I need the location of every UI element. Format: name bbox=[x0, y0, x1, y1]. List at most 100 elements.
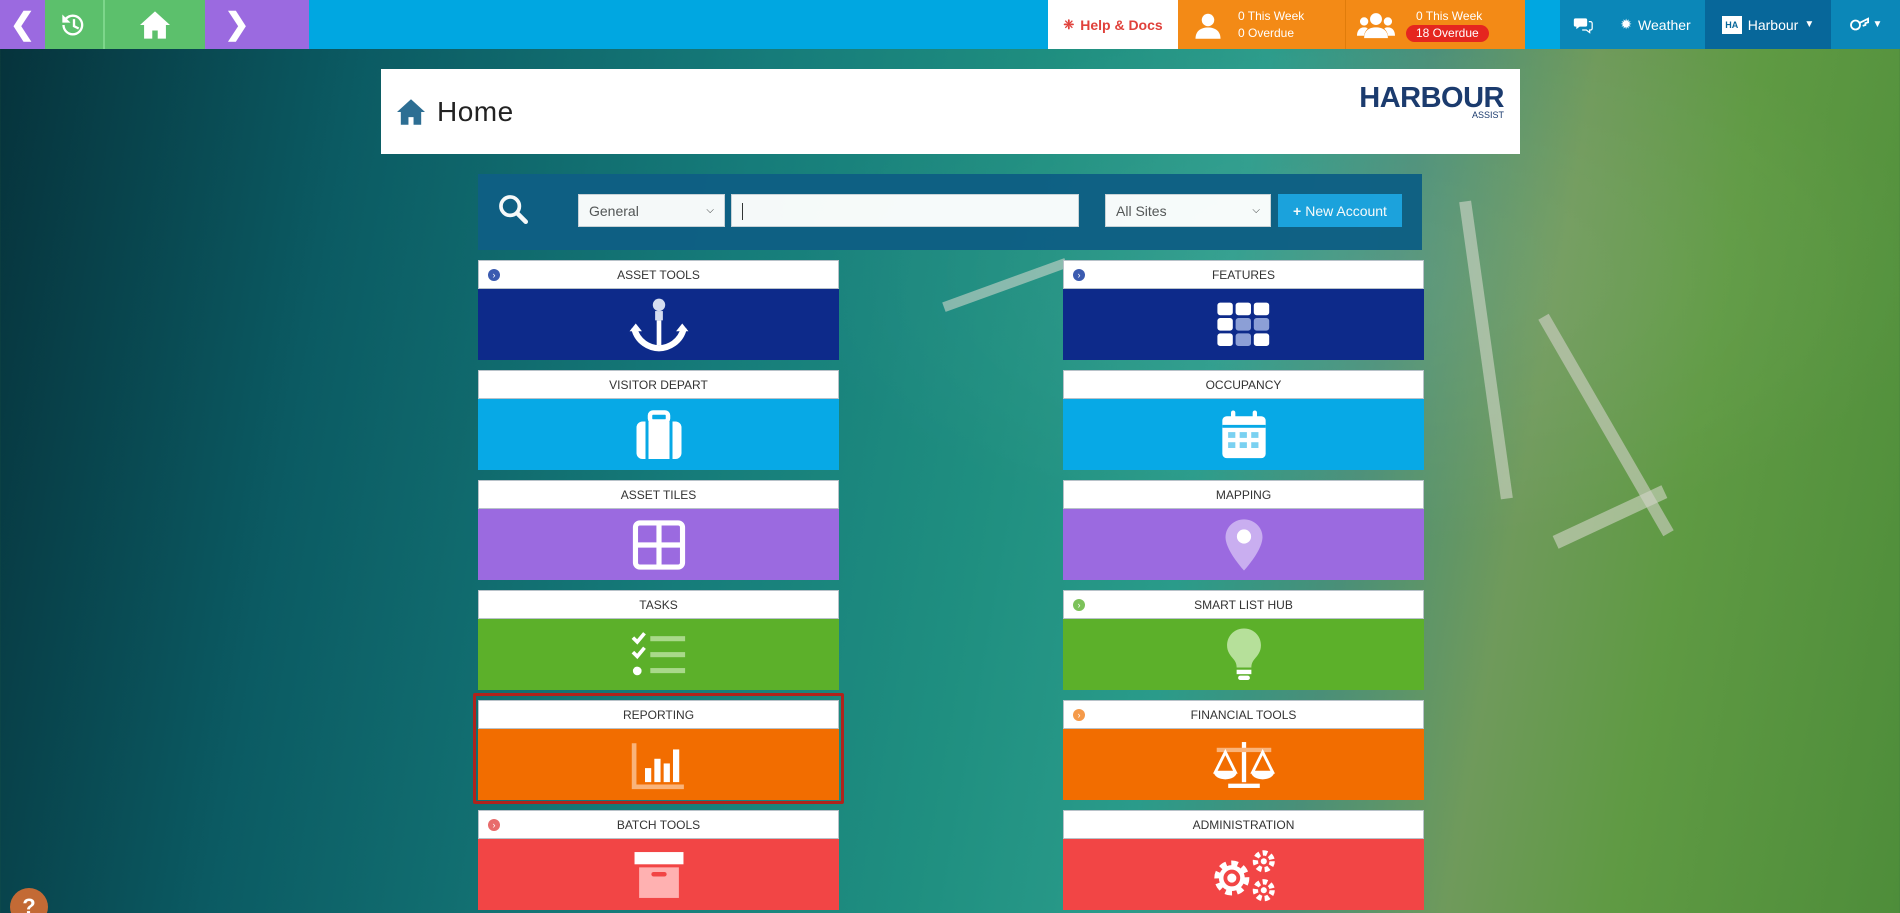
caret-down-icon: ▼ bbox=[1872, 19, 1883, 30]
sites-value: All Sites bbox=[1116, 202, 1167, 219]
tile-smart-list-hub[interactable]: › SMART LIST HUB bbox=[1063, 590, 1424, 690]
grid-icon bbox=[632, 519, 685, 570]
tile-features[interactable]: › FEATURES bbox=[1063, 260, 1424, 360]
tile-label: BATCH TOOLS bbox=[616, 817, 701, 832]
new-account-label: New Account bbox=[1305, 202, 1387, 219]
help-bubble-button[interactable]: ? bbox=[10, 888, 48, 913]
tile-body bbox=[478, 289, 839, 360]
tile-label: ADMINISTRATION bbox=[1192, 817, 1295, 832]
chevron-circle-icon: › bbox=[488, 269, 500, 281]
tools-menu-button[interactable]: ▼ bbox=[1831, 0, 1900, 49]
tile-header: › ASSET TOOLS bbox=[478, 260, 839, 289]
caret-down-icon: ▼ bbox=[1804, 19, 1815, 30]
page-header: Home HARBOUR ASSIST bbox=[381, 69, 1520, 154]
chevron-down-icon: ⌵ bbox=[1252, 205, 1260, 216]
my-tasks-counter[interactable]: 0 This Week 0 Overdue bbox=[1178, 0, 1345, 49]
map-pin-icon bbox=[1225, 518, 1262, 571]
tile-header: OCCUPANCY bbox=[1063, 370, 1424, 399]
tile-header: MAPPING bbox=[1063, 480, 1424, 509]
tile-tasks[interactable]: TASKS bbox=[478, 590, 839, 690]
text-cursor bbox=[742, 203, 743, 220]
chevron-circle-icon: › bbox=[1073, 269, 1085, 281]
tile-header: VISITOR DEPART bbox=[478, 370, 839, 399]
tile-label: OCCUPANCY bbox=[1205, 377, 1282, 392]
home-icon bbox=[140, 10, 170, 39]
weather-label: Weather bbox=[1638, 16, 1691, 33]
tile-header: › FEATURES bbox=[1063, 260, 1424, 289]
chevron-circle-icon: › bbox=[1073, 599, 1085, 611]
chevron-down-icon: ⌵ bbox=[706, 205, 714, 216]
weather-button[interactable]: ✹ Weather bbox=[1606, 0, 1705, 49]
search-icon bbox=[499, 195, 529, 225]
harbour-label: Harbour bbox=[1747, 16, 1799, 33]
chevron-circle-icon: › bbox=[488, 819, 500, 831]
tile-batch-tools[interactable]: › BATCH TOOLS bbox=[478, 810, 839, 910]
team-tasks-counter[interactable]: 0 This Week 18 Overdue bbox=[1345, 0, 1525, 49]
search-panel: General ⌵ All Sites ⌵ + New Account bbox=[478, 174, 1422, 250]
home-button[interactable] bbox=[103, 0, 205, 49]
gears-icon bbox=[1213, 849, 1275, 901]
user-icon bbox=[1195, 13, 1221, 39]
question-icon: ? bbox=[22, 894, 36, 913]
tile-header: ASSET TILES bbox=[478, 480, 839, 509]
search-category-value: General bbox=[589, 202, 639, 219]
anchor-icon bbox=[629, 298, 688, 351]
users-icon bbox=[1357, 12, 1395, 38]
tile-label: MAPPING bbox=[1215, 487, 1272, 502]
tile-header: TASKS bbox=[478, 590, 839, 619]
tile-label: ASSET TILES bbox=[620, 487, 697, 502]
tile-financial-tools[interactable]: › FINANCIAL TOOLS bbox=[1063, 700, 1424, 800]
tile-label: SMART LIST HUB bbox=[1194, 597, 1293, 612]
history-button[interactable] bbox=[45, 0, 103, 49]
tile-header: › BATCH TOOLS bbox=[478, 810, 839, 839]
help-docs-label: Help & Docs bbox=[1080, 16, 1163, 33]
chevron-circle-icon: › bbox=[1073, 709, 1085, 721]
tile-label: VISITOR DEPART bbox=[609, 377, 708, 392]
key-icon bbox=[1849, 16, 1869, 30]
tile-header: ADMINISTRATION bbox=[1063, 810, 1424, 839]
chevron-right-icon: ❯ bbox=[224, 8, 250, 41]
tile-administration[interactable]: ADMINISTRATION bbox=[1063, 810, 1424, 910]
top-bar: ❮ ❯ ❈ Help & Docs 0 This Week 0 Overdue bbox=[0, 0, 1900, 49]
forward-button[interactable]: ❯ bbox=[205, 0, 309, 49]
sites-select[interactable]: All Sites ⌵ bbox=[1105, 194, 1271, 227]
history-icon bbox=[62, 13, 84, 35]
sun-icon: ✹ bbox=[1620, 16, 1633, 32]
chevron-left-icon: ❮ bbox=[9, 8, 36, 41]
tile-body bbox=[1063, 399, 1424, 470]
lightbulb-icon bbox=[1226, 627, 1261, 680]
tile-visitor-depart[interactable]: VISITOR DEPART bbox=[478, 370, 839, 470]
my-this-week: 0 This Week bbox=[1238, 8, 1305, 23]
tile-asset-tiles[interactable]: ASSET TILES bbox=[478, 480, 839, 580]
top-gap bbox=[1525, 0, 1560, 49]
scales-icon bbox=[1212, 741, 1275, 788]
back-button[interactable]: ❮ bbox=[0, 0, 45, 49]
tile-mapping[interactable]: MAPPING bbox=[1063, 480, 1424, 580]
search-input[interactable] bbox=[731, 194, 1079, 227]
new-account-button[interactable]: + New Account bbox=[1278, 194, 1402, 227]
tile-body bbox=[478, 399, 839, 470]
plus-icon: + bbox=[1293, 202, 1302, 219]
tile-body bbox=[1063, 619, 1424, 690]
brand-name: HARBOUR bbox=[1359, 82, 1504, 114]
harbour-assist-logo: HARBOUR ASSIST bbox=[1359, 83, 1504, 120]
tile-body bbox=[1063, 839, 1424, 910]
top-spacer bbox=[309, 0, 1048, 49]
tile-body bbox=[1063, 289, 1424, 360]
team-this-week: 0 This Week bbox=[1416, 8, 1483, 23]
tile-body bbox=[478, 839, 839, 910]
tile-asset-tools[interactable]: › ASSET TOOLS bbox=[478, 260, 839, 360]
checklist-icon bbox=[631, 631, 685, 675]
apps-grid-icon bbox=[1216, 302, 1269, 346]
tile-occupancy[interactable]: OCCUPANCY bbox=[1063, 370, 1424, 470]
tile-header: › SMART LIST HUB bbox=[1063, 590, 1424, 619]
harbour-menu-button[interactable]: HA Harbour ▼ bbox=[1705, 0, 1831, 49]
my-overdue: 0 Overdue bbox=[1238, 25, 1295, 40]
page-title: Home bbox=[437, 95, 514, 127]
harbour-logo-icon: HA bbox=[1721, 15, 1742, 34]
tile-body bbox=[1063, 729, 1424, 800]
search-category-select[interactable]: General ⌵ bbox=[578, 194, 725, 227]
chat-button[interactable] bbox=[1560, 0, 1606, 49]
help-docs-button[interactable]: ❈ Help & Docs bbox=[1048, 0, 1178, 49]
team-overdue-badge: 18 Overdue bbox=[1406, 24, 1489, 42]
